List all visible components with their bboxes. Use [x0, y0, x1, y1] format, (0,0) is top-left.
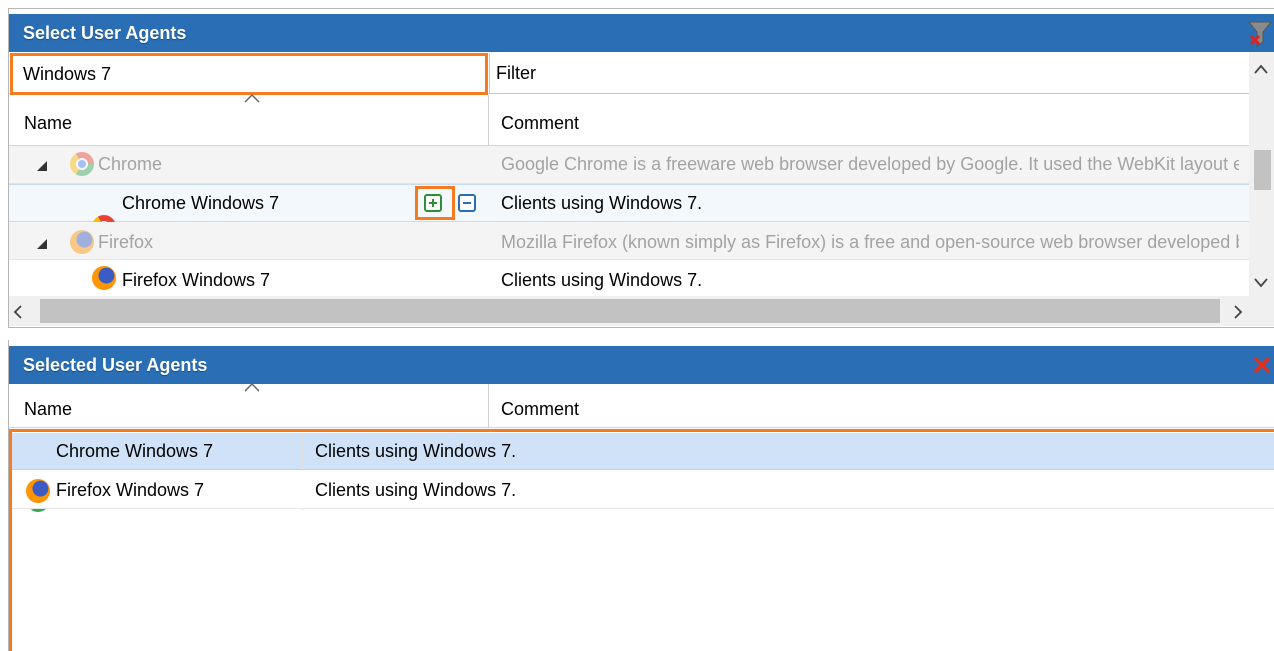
remove-icon[interactable]	[458, 194, 476, 212]
panel-title: Selected User Agents	[9, 346, 1274, 384]
chrome-icon	[70, 152, 94, 176]
tree-row-name: Firefox	[98, 232, 154, 252]
vertical-scroll-thumb[interactable]	[1254, 150, 1271, 190]
firefox-icon	[92, 266, 116, 290]
collapse-icon[interactable]	[36, 234, 50, 249]
scroll-left-icon[interactable]	[13, 303, 29, 319]
column-divider	[488, 384, 489, 428]
sort-ascending-icon	[244, 382, 264, 394]
add-icon[interactable]	[424, 194, 442, 212]
tree-row-name: Firefox Windows 7	[122, 270, 271, 290]
scroll-right-icon[interactable]	[1233, 303, 1249, 319]
tree-row-comment: Google Chrome is a freeware web browser …	[501, 154, 1239, 174]
column-header-name[interactable]: Name	[24, 108, 424, 138]
scroll-down-icon[interactable]	[1251, 272, 1271, 292]
firefox-icon	[70, 230, 94, 254]
list-item-comment: Clients using Windows 7.	[315, 480, 517, 500]
tree-row-name: Chrome Windows 7	[122, 193, 280, 213]
panel-title: Select User Agents	[9, 14, 1274, 52]
tree-row-comment: Clients using Windows 7.	[501, 193, 703, 213]
column-header-name[interactable]: Name	[24, 394, 424, 424]
list-item-comment: Clients using Windows 7.	[315, 441, 517, 461]
comment-filter-input[interactable]: Filter	[489, 53, 1247, 93]
tree-row-comment: Clients using Windows 7.	[501, 270, 703, 290]
column-header-comment[interactable]: Comment	[501, 394, 1201, 424]
scroll-up-icon[interactable]	[1251, 58, 1271, 78]
close-icon[interactable]	[1252, 355, 1272, 375]
list-item-name: Firefox Windows 7	[56, 480, 205, 500]
clear-filter-icon[interactable]	[1247, 20, 1273, 48]
list-item-name: Chrome Windows 7	[56, 441, 214, 461]
firefox-icon	[26, 479, 50, 503]
horizontal-scroll-thumb[interactable]	[40, 299, 1220, 323]
collapse-icon[interactable]	[36, 156, 50, 171]
tree-row-name: Chrome	[98, 154, 163, 174]
column-header-comment[interactable]: Comment	[501, 108, 1201, 138]
tree-row-comment: Mozilla Firefox (known simply as Firefox…	[501, 232, 1239, 252]
name-search-input[interactable]: Windows 7	[10, 53, 488, 95]
sort-ascending-icon	[244, 93, 264, 105]
